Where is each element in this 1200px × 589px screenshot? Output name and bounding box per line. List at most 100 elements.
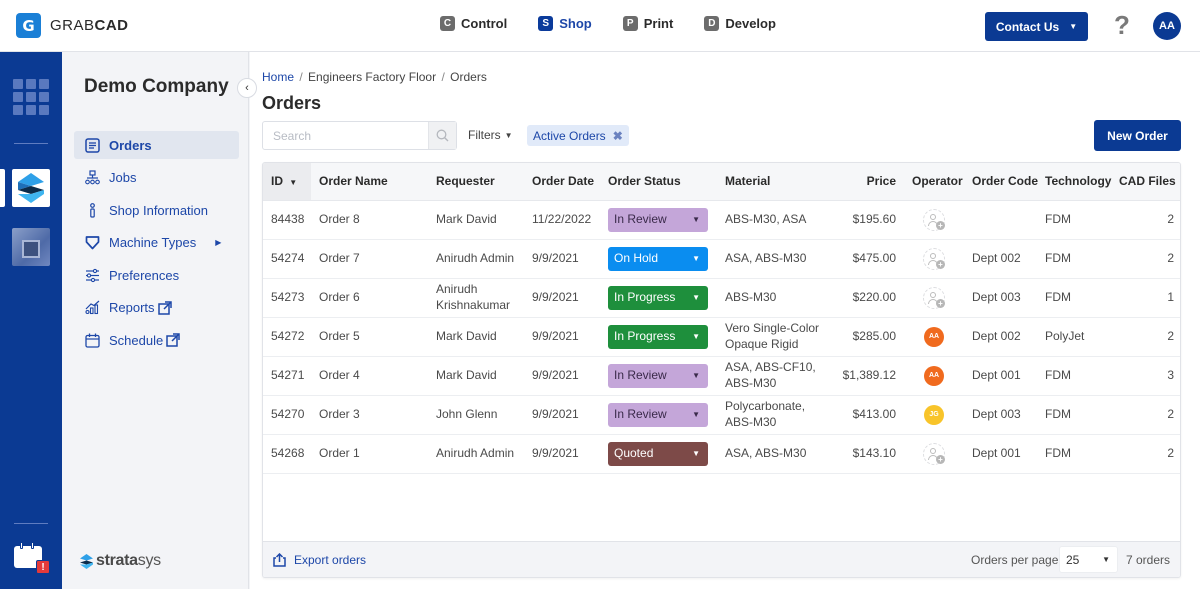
- sidebar-item-schedule[interactable]: Schedule: [74, 326, 239, 354]
- column-header-code[interactable]: Order Code: [964, 163, 1038, 201]
- cell-cad-files: 3: [1111, 356, 1180, 396]
- sidebar-item-preferences[interactable]: Preferences: [74, 261, 239, 289]
- column-header-price[interactable]: Price: [832, 163, 904, 201]
- order-status-dropdown[interactable]: In Progress ▼: [608, 285, 708, 310]
- column-label: Material: [725, 174, 771, 189]
- page-title: Orders: [262, 93, 322, 113]
- column-header-status[interactable]: Order Status: [600, 163, 717, 201]
- app-grid-icon[interactable]: [13, 79, 49, 115]
- cell-material: Polycarbonate, ABS-M30: [717, 395, 832, 435]
- sidebar-item-reports[interactable]: Reports: [74, 294, 239, 322]
- cell-cad-files: 2: [1111, 395, 1180, 435]
- user-avatar[interactable]: AA: [1153, 12, 1181, 40]
- calendar-alert-icon[interactable]: !: [14, 542, 50, 574]
- per-page-label: Orders per page:: [971, 553, 1062, 567]
- preferences-icon: [84, 267, 100, 283]
- search-input[interactable]: [263, 122, 428, 149]
- export-label: Export orders: [294, 552, 367, 567]
- help-icon[interactable]: ?: [1114, 10, 1130, 41]
- status-label: On Hold: [614, 250, 659, 265]
- app-label: Shop: [559, 16, 592, 31]
- order-status-dropdown[interactable]: In Review ▼: [608, 402, 708, 427]
- column-header-date[interactable]: Order Date: [524, 163, 600, 201]
- stratasys-mark-icon: [80, 553, 93, 569]
- rail-active-indicator: [0, 169, 5, 207]
- table-row[interactable]: 84438 Order 8 Mark David 11/22/2022 In Revie…: [263, 200, 1180, 240]
- cell-status: In Progress ▼: [600, 278, 717, 318]
- app-print[interactable]: P Print: [622, 16, 673, 31]
- sidebar-item-jobs[interactable]: Jobs: [74, 164, 239, 192]
- filters-dropdown[interactable]: Filters ▼: [468, 128, 513, 142]
- machine-thumbnail[interactable]: [12, 228, 50, 266]
- cell-date: 9/9/2021: [524, 278, 600, 318]
- cell-material: ABS-M30: [717, 278, 832, 318]
- sidebar-item-shop-information[interactable]: Shop Information: [74, 196, 239, 224]
- order-status-dropdown[interactable]: In Progress ▼: [608, 324, 708, 349]
- breadcrumb-separator: /: [299, 70, 303, 84]
- assign-operator-icon[interactable]: +: [923, 208, 945, 231]
- per-page-select[interactable]: 25 ▼: [1059, 546, 1118, 573]
- cell-technology: FDM: [1037, 356, 1111, 396]
- column-header-id[interactable]: ID ▼: [263, 163, 311, 201]
- cell-code: Dept 002: [964, 239, 1037, 279]
- order-status-dropdown[interactable]: In Review ▼: [608, 207, 708, 232]
- order-status-dropdown[interactable]: In Review ▼: [608, 363, 708, 388]
- breadcrumb-factory[interactable]: Engineers Factory Floor: [308, 70, 436, 84]
- app-control[interactable]: C Control: [440, 16, 507, 31]
- cell-code: Dept 001: [964, 356, 1037, 396]
- cell-price: $1,389.12: [832, 356, 904, 396]
- cell-cad-files: 1: [1111, 278, 1180, 318]
- cell-status: In Review ▼: [600, 395, 717, 435]
- table-row[interactable]: 54274 Order 7 Anirudh Admin 9/9/2021 On Hold…: [263, 239, 1180, 279]
- breadcrumb-home[interactable]: Home: [262, 70, 294, 84]
- stratasys-app-icon[interactable]: [12, 169, 50, 207]
- app-shop[interactable]: S Shop: [538, 16, 592, 31]
- cell-price: $195.60: [832, 200, 904, 240]
- cell-cad-files: 2: [1111, 239, 1180, 279]
- cell-material: ASA, ABS-CF10, ABS-M30: [717, 356, 832, 396]
- column-header-requester[interactable]: Requester: [428, 163, 524, 201]
- column-label: Price: [866, 174, 896, 189]
- cell-name: Order 1: [311, 434, 428, 474]
- table-row[interactable]: 54272 Order 5 Mark David 9/9/2021 In Progres…: [263, 317, 1180, 357]
- collapse-sidebar-button[interactable]: ‹: [237, 78, 257, 98]
- assign-operator-icon[interactable]: +: [923, 442, 945, 465]
- sidebar-item-machine-types[interactable]: Machine Types ▶: [74, 229, 239, 257]
- assign-operator-icon[interactable]: +: [923, 286, 945, 309]
- table-row[interactable]: 54268 Order 1 Anirudh Admin 9/9/2021 Quoted ▼…: [263, 434, 1180, 474]
- table-row[interactable]: 54273 Order 6 Anirudh Krishnakumar 9/9/2021…: [263, 278, 1180, 318]
- remove-filter-icon[interactable]: ✖: [613, 129, 623, 143]
- cell-requester: Mark David: [428, 317, 524, 357]
- operator-avatar[interactable]: JG: [924, 404, 944, 425]
- grabcad-wordmark: GRABCAD: [50, 17, 129, 34]
- search-button[interactable]: [428, 122, 456, 149]
- caret-down-icon: ▼: [692, 331, 700, 341]
- assign-operator-icon[interactable]: +: [923, 247, 945, 270]
- new-order-button[interactable]: New Order: [1094, 120, 1181, 151]
- sidebar: Demo Company ‹ Orders Jobs Shop Informat…: [62, 52, 257, 589]
- app-develop[interactable]: D Develop: [704, 16, 776, 31]
- column-header-material[interactable]: Material: [717, 163, 832, 201]
- order-status-dropdown[interactable]: On Hold ▼: [608, 246, 708, 271]
- column-header-name[interactable]: Order Name: [311, 163, 428, 201]
- caret-down-icon: ▼: [692, 292, 700, 302]
- contact-us-button[interactable]: Contact Us ▼: [985, 12, 1088, 41]
- column-header-operator[interactable]: Operator: [904, 163, 964, 201]
- export-orders-link[interactable]: Export orders: [273, 552, 367, 567]
- operator-avatar[interactable]: AA: [924, 365, 944, 386]
- table-row[interactable]: 54270 Order 3 John Glenn 9/9/2021 In Review ▼…: [263, 395, 1180, 435]
- order-status-dropdown[interactable]: Quoted ▼: [608, 441, 708, 466]
- cell-id: 54271: [263, 356, 311, 396]
- breadcrumb-current: Orders: [450, 70, 487, 84]
- sidebar-item-orders[interactable]: Orders: [74, 131, 239, 159]
- column-header-cad-files[interactable]: CAD Files: [1111, 163, 1180, 201]
- column-header-technology[interactable]: Technology: [1037, 163, 1111, 201]
- operator-avatar[interactable]: AA: [924, 326, 944, 347]
- caret-down-icon: ▼: [692, 214, 700, 224]
- cell-technology: FDM: [1037, 239, 1111, 279]
- cell-material: ASA, ABS-M30: [717, 434, 832, 474]
- cell-name: Order 5: [311, 317, 428, 357]
- table-row[interactable]: 54271 Order 4 Mark David 9/9/2021 In Review ▼…: [263, 356, 1180, 396]
- grabcad-logo[interactable]: G GRABCAD: [16, 13, 129, 38]
- cell-status: Quoted ▼: [600, 434, 717, 474]
